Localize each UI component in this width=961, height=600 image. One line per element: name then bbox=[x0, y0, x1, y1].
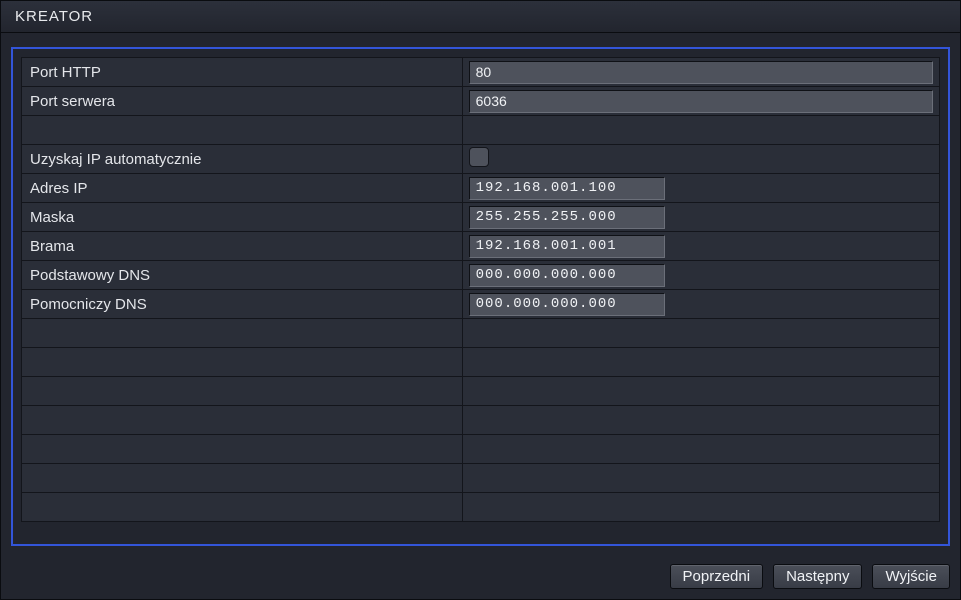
form-table: Port HTTP Port serwera Uzyskaj IP bbox=[21, 57, 940, 522]
row-spacer-1 bbox=[22, 116, 940, 145]
input-dns1[interactable] bbox=[469, 264, 665, 287]
content-area: Port HTTP Port serwera Uzyskaj IP bbox=[1, 33, 960, 554]
empty-label bbox=[22, 116, 463, 145]
window-title: KREATOR bbox=[15, 8, 93, 25]
row-empty bbox=[22, 377, 940, 406]
titlebar: KREATOR bbox=[1, 1, 960, 33]
label-dhcp: Uzyskaj IP automatycznie bbox=[22, 145, 463, 174]
label-dns2: Pomocniczy DNS bbox=[22, 290, 463, 319]
input-mask[interactable] bbox=[469, 206, 665, 229]
label-gateway: Brama bbox=[22, 232, 463, 261]
label-http-port: Port HTTP bbox=[22, 58, 463, 87]
label-ip: Adres IP bbox=[22, 174, 463, 203]
row-http-port: Port HTTP bbox=[22, 58, 940, 87]
row-server-port: Port serwera bbox=[22, 87, 940, 116]
cell-dns2 bbox=[462, 290, 939, 319]
row-mask: Maska bbox=[22, 203, 940, 232]
empty-value bbox=[462, 116, 939, 145]
next-button[interactable]: Następny bbox=[773, 564, 862, 589]
cell-gateway bbox=[462, 232, 939, 261]
checkbox-dhcp[interactable] bbox=[469, 147, 489, 167]
row-empty bbox=[22, 493, 940, 522]
cell-ip bbox=[462, 174, 939, 203]
cell-dns1 bbox=[462, 261, 939, 290]
cell-mask bbox=[462, 203, 939, 232]
input-ip[interactable] bbox=[469, 177, 665, 200]
row-empty bbox=[22, 348, 940, 377]
input-server-port[interactable] bbox=[469, 90, 933, 113]
button-row: Poprzedni Następny Wyjście bbox=[1, 554, 960, 599]
cell-http-port bbox=[462, 58, 939, 87]
row-gateway: Brama bbox=[22, 232, 940, 261]
row-dns1: Podstawowy DNS bbox=[22, 261, 940, 290]
exit-button[interactable]: Wyjście bbox=[872, 564, 950, 589]
input-dns2[interactable] bbox=[469, 293, 665, 316]
row-ip: Adres IP bbox=[22, 174, 940, 203]
row-empty bbox=[22, 406, 940, 435]
row-dns2: Pomocniczy DNS bbox=[22, 290, 940, 319]
label-server-port: Port serwera bbox=[22, 87, 463, 116]
row-empty bbox=[22, 319, 940, 348]
label-mask: Maska bbox=[22, 203, 463, 232]
cell-server-port bbox=[462, 87, 939, 116]
prev-button[interactable]: Poprzedni bbox=[670, 564, 764, 589]
row-empty bbox=[22, 464, 940, 493]
row-dhcp: Uzyskaj IP automatycznie bbox=[22, 145, 940, 174]
label-dns1: Podstawowy DNS bbox=[22, 261, 463, 290]
form-frame: Port HTTP Port serwera Uzyskaj IP bbox=[11, 47, 950, 546]
input-http-port[interactable] bbox=[469, 61, 933, 84]
wizard-window: KREATOR Port HTTP Port serwera bbox=[0, 0, 961, 600]
row-empty bbox=[22, 435, 940, 464]
cell-dhcp bbox=[462, 145, 939, 174]
input-gateway[interactable] bbox=[469, 235, 665, 258]
